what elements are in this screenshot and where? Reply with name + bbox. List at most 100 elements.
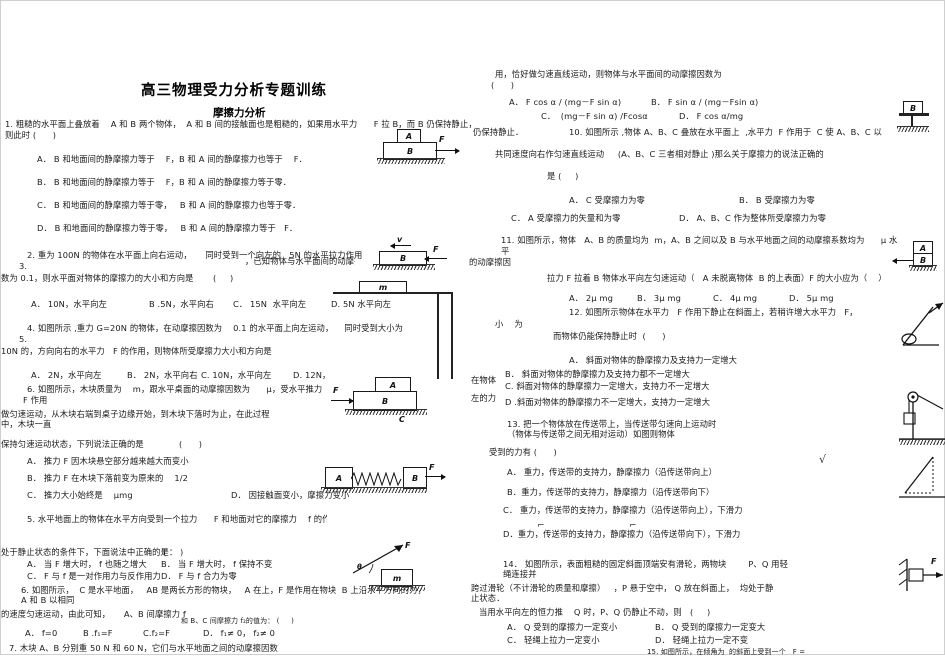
q4-option-a: A． 2N，水平向左 [31,370,102,380]
q12-option-a: A． 斜面对物体的静摩擦力及支持力一定增大 [569,355,738,365]
q2-stem-paren: ( ) [213,273,234,283]
diagram-label-c3: C [399,415,405,424]
diagram-label-f: F [439,135,445,144]
q11-stem-line1: 11. 如图所示，物体 A、B 的质量均为 m，A、B 之间以及 B 与水平地面… [501,235,898,245]
q7-stem-line1: 7. 木块 A、B 分别重 50 N 和 60 N，它们与水平地面之间的动摩擦因… [9,643,278,653]
diagram-a-over-b-right: A B [891,241,945,285]
q2-stem-line3: 数为 0.1，则水平面对物体的摩擦力的大小和方向是 [1,273,194,283]
q6a-stem-line2: F 作用 [23,395,48,405]
q2-stem-tail: ，已知物体与水平面间的动摩擦因 [245,256,355,266]
q14-stem-line4: 止状态． [471,593,505,603]
table-leg-right-2 [451,294,453,379]
q5-option-d: D． F 与 f 合力为零 [161,571,237,581]
diagram-label-b3: B [353,391,417,411]
q6b-option-c: C.f₂=F [143,628,171,638]
q6a-stem-paren: ( ) [179,439,203,449]
diagram-label-v: v [397,235,403,244]
q1-option-d: D． B 和地面间的静摩擦力等于零， B 和 A 间的静摩擦力等于 F． [37,223,298,233]
force-arrow-left [892,257,913,264]
diagram-label-f4: F [429,463,435,472]
diagram-label-f5: F [405,541,411,550]
q6b-stem-line2: A 和 B 以相同 [21,595,75,605]
q9-option-b: B． F sin α / (mg－Fsin α) [651,97,759,107]
q11-stem-line4: 拉力 F 拉着 B 物体水平向左匀速运动（ A 未脱离物体 B 的上表面）F 的… [547,273,887,283]
q15-stem-line1: 的斜面上受到一个 F = [729,648,806,656]
q6a-stem-line1: 6. 如图所示，木块质量为 m，跟水平桌面的动摩擦因数为 μ，受水平推力 [27,384,323,394]
q10-stem-line1: 10. 如图所示 ,物体 A、B、C 叠放在水平面上 ,水平力 F 作用于 C … [569,127,882,137]
q12-stem-line2: 小 为 [495,319,523,329]
q13-side-note-2: 左的力 [471,393,497,403]
q12-stem-line3: 而物体仍能保持静止时 ( ) [553,331,666,341]
q6a-stem-line5: 保持匀速运动状态，下列说法正确的是 [1,439,144,449]
diagram-block-b-moving: v B F [371,235,461,275]
q14-stem-line2: 绳连接并 [503,569,537,579]
q13-option-a: A． 重力，传送带的支持力，静摩擦力（沿传送带向上） [507,467,718,477]
q14-option-b: B． Q 受到的摩擦力一定变大 [655,622,766,632]
q10-option-b: B． B 受摩擦力为零 [739,195,815,205]
ground-hatch-5 [369,585,425,591]
force-arrow-f [435,147,460,154]
q6b-option-d: D． f₁≠ 0， f₂≠ 0 [203,628,275,638]
q4-stem-line2: 5. [19,334,28,344]
diagram-wall-block-force: F [897,557,945,601]
scan-mark-corner-2: ⌐ [629,521,637,531]
q5-stem-line2: 处于静止状态的条件下，下面说法中正确的是： [1,547,178,557]
diagram-label-f2: F [433,245,439,254]
q4-option-b: B． 2N，水平向右 [127,370,198,380]
diagram-pulley-hanging-block [899,389,945,449]
q10-option-d: D． A、B、C 作为整体所受摩擦力为零 [679,213,826,223]
diagram-block-angled-force: F θ m [347,541,457,595]
q11-stem-line2: 平 [501,246,510,256]
q4-option-c: C. 10N，水平向左 [201,370,272,380]
q6b-stem-line4: 和 B、C 间摩擦力 f₂的值为： ( ) [181,617,294,625]
q13-stem-line2: （物体与传送带之间无相对运动）如图则物体 [507,429,675,439]
q1-option-c: C． B 和地面间的静摩擦力等于零， B 和 A 间的静摩擦力也等于零． [37,200,301,210]
table-top [333,292,453,294]
q2-stem-line2: 3. [19,261,28,271]
section-subtitle: 摩擦力分析 [213,107,266,119]
q6b-stem-line3: 的速度匀速运动，由此可知， A、B 间摩擦力 f [1,609,186,619]
scan-mark-radical: √ [819,453,827,466]
ground-hatch-8 [899,439,945,445]
q12-option-d: D .斜面对物体的静摩擦力不一定增大，支持力一定增大 [505,397,711,407]
diagram-label-b4: B [403,467,427,489]
q10-stem-line2: 共同速度向右作匀速直线运动 (A、B、C 三者相对静止 )那么关于摩擦力的说法正… [495,149,824,159]
q2-option-c: C． 15N 水平向左 [233,299,307,309]
q12-option-b: B． 斜面对物体的静摩擦力及支持力都不一定增大 [505,369,690,379]
q13-stem-line3: 受到的力有 ( ) [489,447,557,457]
q12-stem-line1: 12. 如图所示物体在水平力 F 作用下静止在斜面上，若稍许增大水平力 F， [569,307,858,317]
q9-stem-line1: 用，恰好做匀速直线运动，则物体与水平面间的动摩擦因数为 [495,69,722,79]
q11-option-a: A． 2μ mg [569,293,613,303]
q9-stem-paren: ( ) [491,80,515,90]
q1-stem-line2: 则此时 ( ) [5,130,57,140]
q9-option-d: D． F cos α/mg [679,111,744,121]
ground-hatch-2 [373,264,435,270]
q5-option-b: B． 当 F 增大时， f 保持不变 [161,559,273,569]
diagram-label-theta: θ [357,563,362,571]
q4-stem-line3: 10N 的，方向向右的水平力 F 的作用，则物体所受摩擦力大小和方向是 [1,346,272,356]
ground-hatch-3 [345,409,427,415]
q11-option-c: C． 4μ mg [713,293,758,303]
q2-option-a: A． 10N，水平向左 [31,299,107,309]
diagram-spring-a-b: A B F [313,463,453,507]
q10-option-a: A． C 受摩擦力为零 [569,195,645,205]
diagram-block-a-on-b-1: A B F [373,127,469,179]
document-page: 高三物理受力分析专题训练 摩擦力分析 1. 粗糙的水平面上叠放着 A 和 B 两… [0,0,945,656]
spring-icon [351,472,402,486]
force-arrow-f2 [424,255,447,262]
diagram-label-f6: F [931,557,937,566]
q12-option-c: C. 斜面对物体的静摩擦力一定增大，支持力不一定增大 [505,381,710,391]
velocity-arrow-v [390,242,411,249]
force-arrow-f4 [425,473,446,480]
q6a-option-b: B． 推力 F 在木块下落前变为原来的 1/2 [27,473,189,483]
q13-option-c: C． 重力，传送带的支持力，静摩擦力（沿传送带向上），下滑力 [503,505,743,515]
q5-stem-line1: 5. 水平地面上的物体在水平方向受到一个拉力 F 和地面对它的摩擦力 f 的作用… [27,514,327,524]
shelf-stem [911,116,913,126]
q13-stem-line1: 13. 把一个物体放在传送带上，当传送带匀速向上运动时 [507,419,717,429]
q10-stem-line3: 是 ( ) [547,171,579,181]
wall-block-icon [898,558,943,591]
ground-hatch-7 [909,265,937,271]
q14-option-d: D． 轻绳上拉力一定不变 [655,635,749,645]
q9-tail-note: 仍保持静止． [473,127,524,137]
q5-option-a: A． 当 F 增大时， f 也随之增大 [27,559,147,569]
